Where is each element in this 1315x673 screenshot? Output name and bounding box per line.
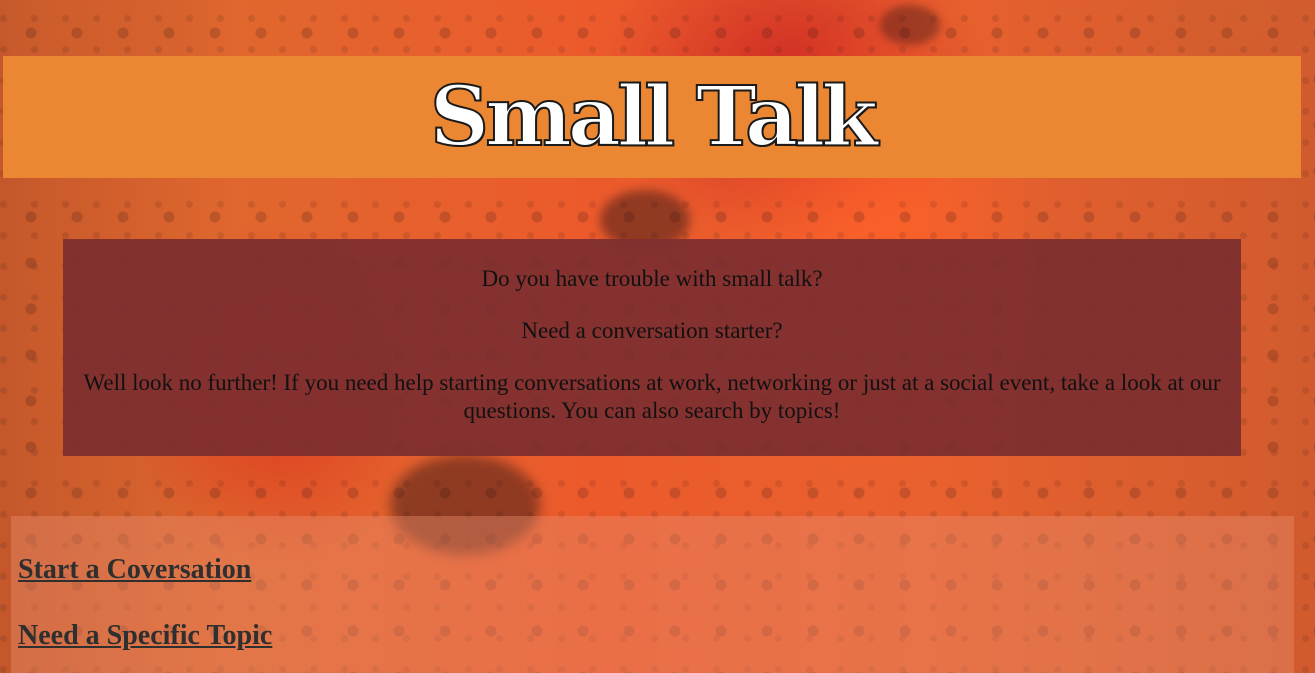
intro-panel: Do you have trouble with small talk? Nee… — [63, 239, 1241, 456]
header-banner: Small Talk — [3, 56, 1301, 178]
intro-subquestion: Need a conversation starter? — [521, 318, 783, 343]
nav-panel: Start a Coversation Need a Specific Topi… — [11, 516, 1294, 673]
intro-question: Do you have trouble with small talk? — [481, 266, 823, 291]
intro-description: Well look no further! If you need help s… — [83, 370, 1221, 423]
specific-topic-link[interactable]: Need a Specific Topic — [18, 618, 272, 654]
page-title: Small Talk — [429, 69, 879, 165]
background-shape — [880, 5, 940, 45]
start-conversation-link[interactable]: Start a Coversation — [18, 552, 251, 588]
